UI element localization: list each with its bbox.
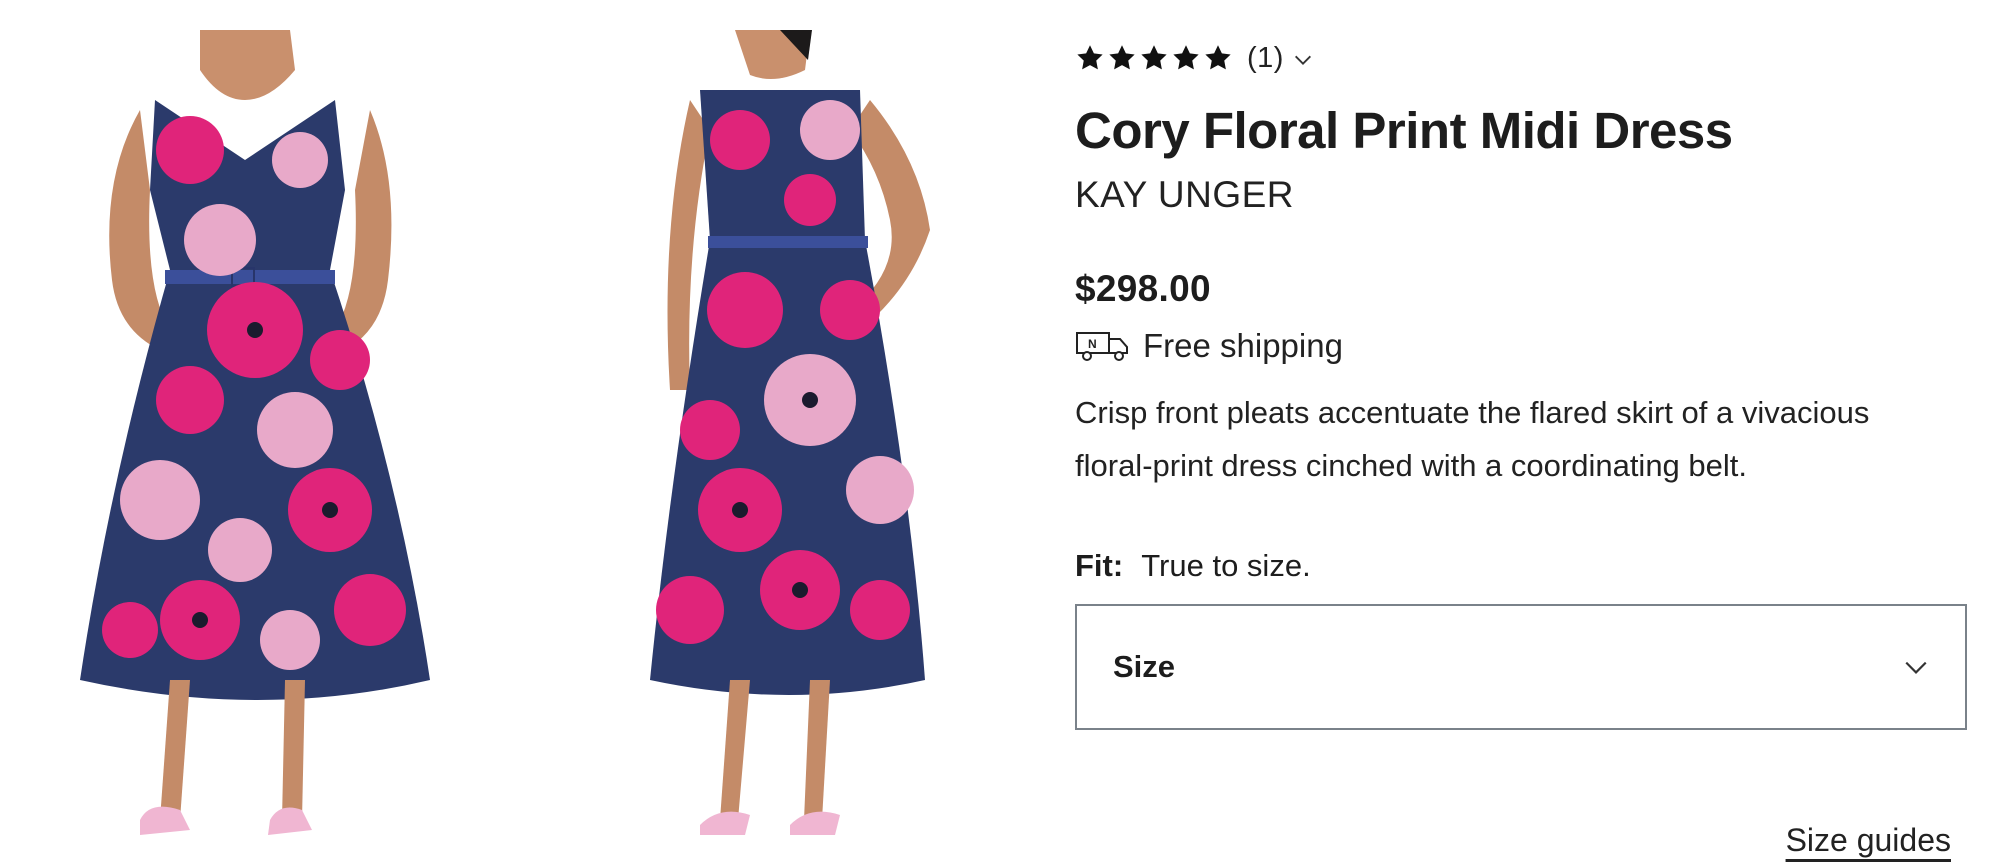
product-image-back[interactable] [560,30,980,860]
product-brand[interactable]: KAY UNGER [1075,174,1975,216]
star-icon [1077,45,1103,70]
star-icon [1173,45,1199,70]
chevron-down-icon[interactable] [1292,49,1314,71]
review-count[interactable]: (1) [1247,42,1284,75]
truck-icon: N [1076,332,1128,361]
product-image-front[interactable] [40,30,480,860]
star-rating [1075,43,1233,73]
star-icon [1205,45,1231,70]
back-view-illustration [650,30,930,835]
rating-row[interactable]: (1) [1075,30,1975,86]
size-select[interactable]: Size [1075,604,1967,730]
product-details: (1) Cory Floral Print Midi Dress KAY UNG… [1075,30,1975,730]
size-guides-link[interactable]: Size guides [1786,822,1951,859]
size-select-label: Size [1113,649,1176,684]
product-title: Cory Floral Print Midi Dress [1075,102,1733,159]
chevron-down-icon [1905,661,1927,674]
svg-text:N: N [1088,337,1097,351]
star-icon [1141,45,1167,70]
free-shipping-text: Free shipping [1143,327,1343,364]
fit-label: Fit: [1075,548,1124,583]
star-icon [1109,45,1135,70]
product-description: Crisp front pleats accentuate the flared… [1075,395,1870,483]
shipping-info: N Free shipping [1075,324,1975,368]
product-gallery [0,0,1040,864]
product-price: $298.00 [1075,268,1211,309]
front-view-illustration [80,30,430,835]
fit-info: Fit: True to size. [1075,548,1975,584]
fit-value: True to size. [1141,548,1311,583]
